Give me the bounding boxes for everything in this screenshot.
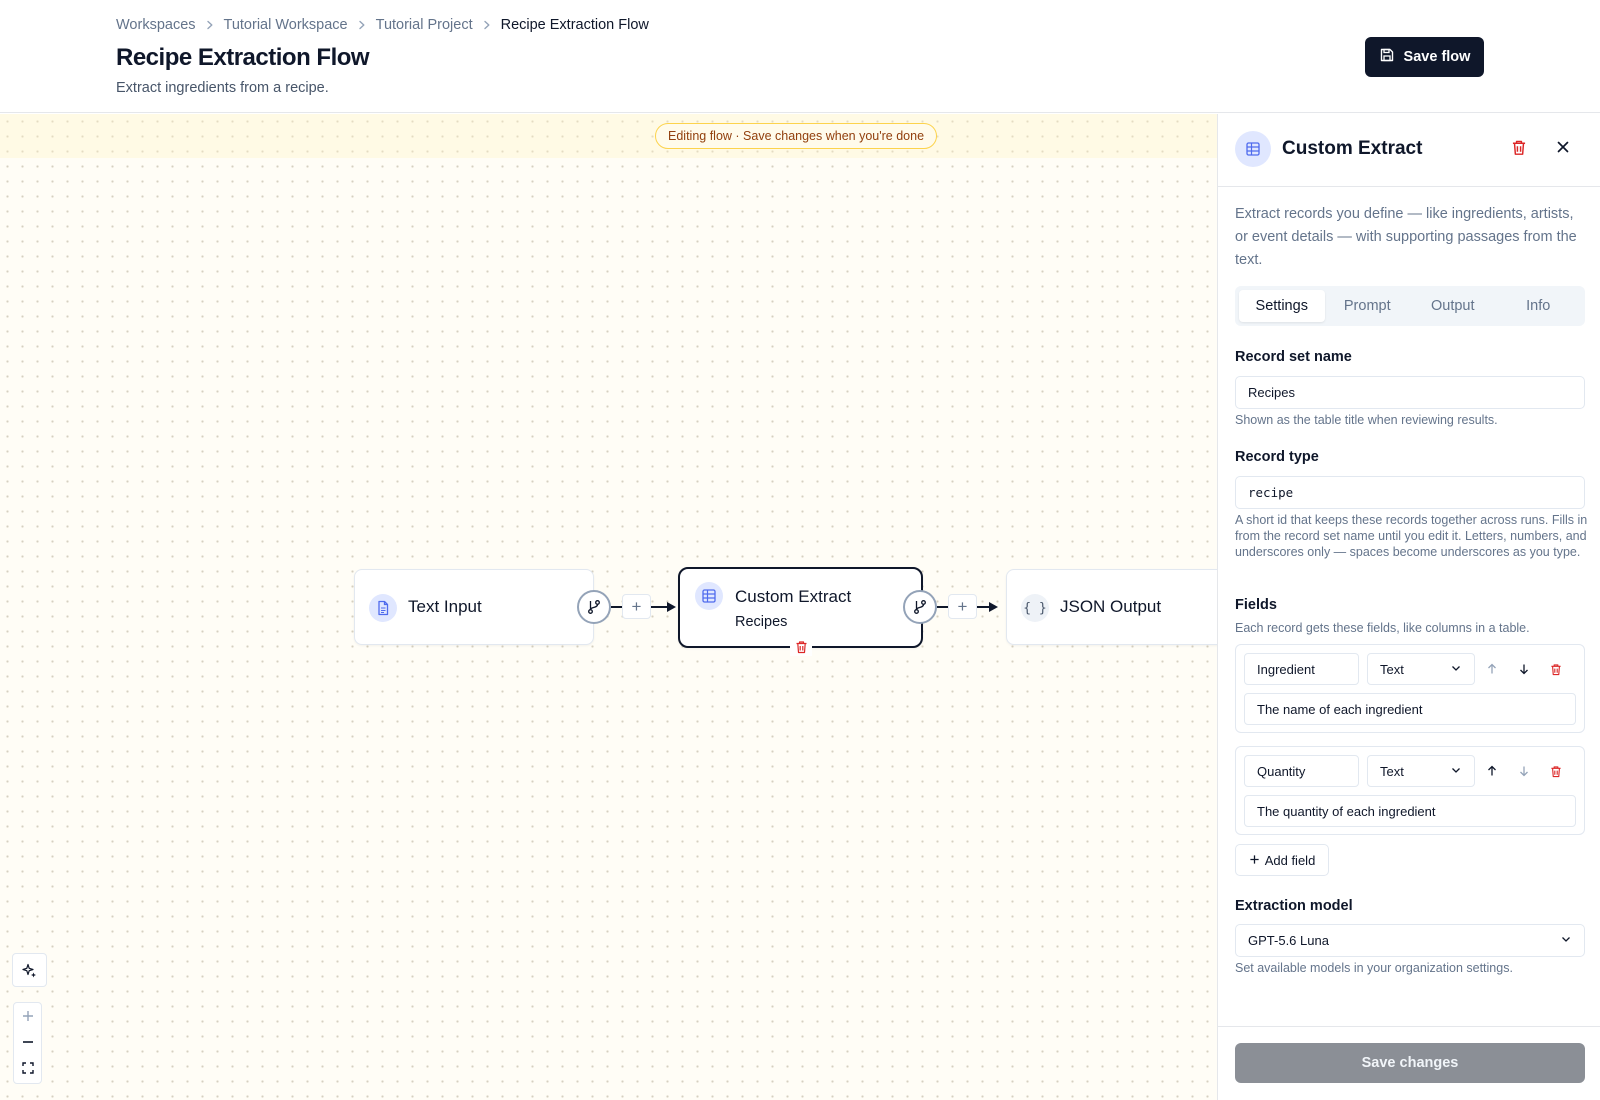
record-set-input[interactable]: Recipes bbox=[1235, 376, 1585, 409]
chevron-right-icon bbox=[348, 20, 376, 30]
page-header: Workspaces Tutorial Workspace Tutorial P… bbox=[0, 0, 1600, 113]
node-json-output[interactable]: { } JSON Output bbox=[1006, 569, 1217, 645]
field-type-value: Text bbox=[1380, 661, 1404, 677]
save-flow-button[interactable]: Save flow bbox=[1365, 37, 1484, 77]
field-type-value: Text bbox=[1380, 763, 1404, 779]
tab-settings[interactable]: Settings bbox=[1239, 290, 1325, 322]
canvas-top-tint bbox=[0, 114, 1217, 158]
trash-icon[interactable] bbox=[1511, 139, 1527, 161]
edge-connector bbox=[937, 606, 948, 608]
node-title: Text Input bbox=[408, 597, 482, 616]
node-title: JSON Output bbox=[1060, 597, 1162, 616]
record-set-hint: Shown as the table title when reviewing … bbox=[1235, 413, 1498, 427]
panel-title: Custom Extract bbox=[1282, 138, 1423, 159]
chevron-right-icon bbox=[196, 20, 224, 30]
braces-icon: { } bbox=[1021, 594, 1049, 622]
add-field-button[interactable]: Add field bbox=[1235, 844, 1329, 876]
delete-node-icon[interactable] bbox=[790, 638, 812, 656]
page-title: Recipe Extraction Flow bbox=[116, 44, 370, 71]
fit-view-icon[interactable] bbox=[14, 1055, 42, 1081]
zoom-out-icon[interactable] bbox=[14, 1029, 42, 1055]
zoom-controls bbox=[13, 1002, 42, 1084]
table-icon bbox=[1235, 131, 1271, 167]
model-value: GPT-5.6 Luna bbox=[1248, 933, 1329, 948]
edge-connector bbox=[651, 606, 667, 608]
branch-handle-icon[interactable] bbox=[903, 590, 937, 624]
edge-arrow-icon bbox=[989, 602, 998, 612]
chevron-down-icon bbox=[1560, 933, 1572, 948]
breadcrumb-workspace[interactable]: Tutorial Workspace bbox=[224, 17, 348, 33]
node-subtitle: Recipes bbox=[735, 614, 788, 630]
breadcrumb-workspaces[interactable]: Workspaces bbox=[116, 17, 196, 33]
tab-prompt[interactable]: Prompt bbox=[1325, 290, 1411, 322]
arrow-up-icon[interactable] bbox=[1484, 661, 1500, 677]
breadcrumb: Workspaces Tutorial Workspace Tutorial P… bbox=[116, 17, 649, 33]
panel-footer: Save changes bbox=[1218, 1026, 1600, 1100]
trash-icon[interactable] bbox=[1548, 661, 1564, 677]
node-text-input[interactable]: Text Input bbox=[354, 569, 594, 645]
field-card: Quantity Text The quantity of each ingre… bbox=[1235, 746, 1585, 835]
save-changes-button[interactable]: Save changes bbox=[1235, 1043, 1585, 1083]
field-description-input[interactable]: The name of each ingredient bbox=[1244, 693, 1576, 725]
fields-hint: Each record gets these fields, like colu… bbox=[1235, 621, 1530, 635]
close-icon[interactable] bbox=[1555, 139, 1571, 160]
field-description-input[interactable]: The quantity of each ingredient bbox=[1244, 795, 1576, 827]
canvas-assist-controls bbox=[12, 953, 47, 987]
model-select[interactable]: GPT-5.6 Luna bbox=[1235, 924, 1585, 957]
edge-arrow-icon bbox=[667, 602, 676, 612]
document-icon bbox=[369, 594, 397, 622]
save-flow-label: Save flow bbox=[1403, 49, 1471, 65]
tab-info[interactable]: Info bbox=[1496, 290, 1582, 322]
edge-connector bbox=[977, 606, 989, 608]
arrow-up-icon[interactable] bbox=[1484, 763, 1500, 779]
model-hint: Set available models in your organizatio… bbox=[1235, 961, 1513, 975]
chevron-down-icon bbox=[1450, 764, 1462, 779]
add-node-button[interactable]: + bbox=[948, 594, 977, 619]
record-type-label: Record type bbox=[1235, 449, 1319, 465]
page-subtitle: Extract ingredients from a recipe. bbox=[116, 80, 329, 96]
trash-icon[interactable] bbox=[1548, 763, 1564, 779]
breadcrumb-project[interactable]: Tutorial Project bbox=[376, 17, 473, 33]
sparkle-icon[interactable] bbox=[13, 954, 46, 986]
fields-label: Fields bbox=[1235, 597, 1277, 613]
plus-icon bbox=[1249, 853, 1260, 868]
node-title: Custom Extract bbox=[735, 587, 852, 606]
record-type-hint: A short id that keeps these records toge… bbox=[1235, 513, 1588, 559]
field-type-select[interactable]: Text bbox=[1367, 755, 1475, 787]
add-node-button[interactable]: + bbox=[622, 594, 651, 619]
breadcrumb-current: Recipe Extraction Flow bbox=[500, 17, 649, 33]
panel-description: Extract records you define — like ingred… bbox=[1235, 206, 1577, 268]
field-name-input[interactable]: Quantity bbox=[1244, 755, 1359, 787]
table-icon bbox=[695, 582, 723, 610]
field-type-select[interactable]: Text bbox=[1367, 653, 1475, 685]
record-set-label: Record set name bbox=[1235, 349, 1352, 365]
record-type-input[interactable]: recipe bbox=[1235, 476, 1585, 509]
zoom-in-icon[interactable] bbox=[14, 1003, 42, 1029]
flow-canvas[interactable]: Editing flow · Save changes when you're … bbox=[0, 114, 1217, 1100]
branch-handle-icon[interactable] bbox=[577, 590, 611, 624]
editing-banner: Editing flow · Save changes when you're … bbox=[655, 123, 938, 149]
tab-output[interactable]: Output bbox=[1410, 290, 1496, 322]
field-name-input[interactable]: Ingredient bbox=[1244, 653, 1359, 685]
save-icon bbox=[1379, 47, 1395, 67]
model-label: Extraction model bbox=[1235, 898, 1353, 914]
chevron-down-icon bbox=[1450, 662, 1462, 677]
arrow-down-icon[interactable] bbox=[1516, 763, 1532, 779]
arrow-down-icon[interactable] bbox=[1516, 661, 1532, 677]
add-field-label: Add field bbox=[1264, 852, 1316, 868]
panel-tabs: Settings Prompt Output Info bbox=[1235, 286, 1585, 326]
chevron-right-icon bbox=[473, 20, 501, 30]
edge-connector bbox=[611, 606, 622, 608]
node-custom-extract[interactable]: Custom Extract Recipes bbox=[678, 567, 923, 656]
panel-header: Custom Extract bbox=[1218, 114, 1600, 187]
field-card: Ingredient Text The name of each ingredi… bbox=[1235, 644, 1585, 733]
node-settings-panel: Custom Extract Extract records you defin… bbox=[1217, 114, 1600, 1100]
